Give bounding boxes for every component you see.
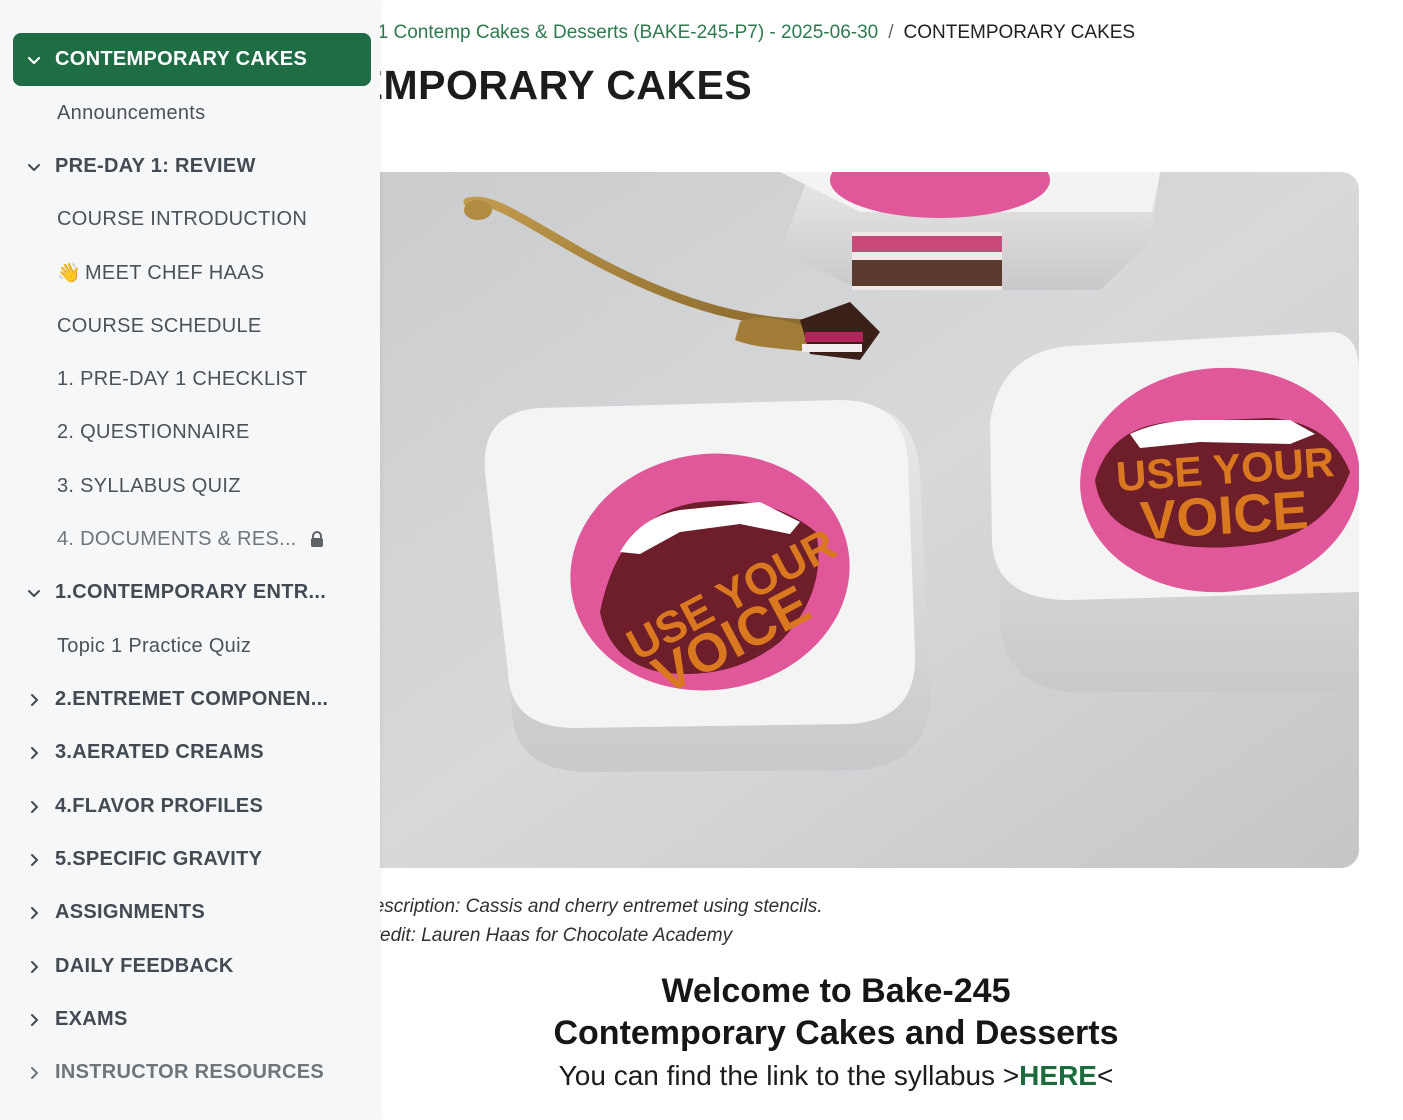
sidebar-item-meet-chef-haas[interactable]: 👋 MEET CHEF HAAS <box>0 246 380 299</box>
welcome-heading-line1: Welcome to Bake-245 <box>661 972 1011 1010</box>
chevron-right-icon[interactable] <box>24 743 44 763</box>
sidebar-item-pre-day-1-review[interactable]: PRE-DAY 1: REVIEW <box>0 140 380 193</box>
breadcrumb-separator: / <box>888 22 894 43</box>
chevron-down-icon[interactable] <box>24 583 44 603</box>
sidebar-item-topic-1-quiz[interactable]: Topic 1 Practice Quiz <box>0 620 380 673</box>
sidebar-item-label: 3.AERATED CREAMS <box>55 741 264 763</box>
sidebar-item-documents-resources[interactable]: 4. DOCUMENTS & RES... <box>0 513 380 566</box>
sidebar-item-exams[interactable]: EXAMS <box>0 993 380 1046</box>
breadcrumb-course-link[interactable]: S1 Contemp Cakes & Desserts (BAKE-245-P7… <box>365 22 878 43</box>
sidebar-item-daily-feedback[interactable]: DAILY FEEDBACK <box>0 940 380 993</box>
sidebar-item-label: COURSE INTRODUCTION <box>57 208 308 230</box>
caption-description: Description: Cassis and cherry entremet … <box>360 896 823 917</box>
sidebar-item-announcements[interactable]: Announcements <box>0 87 380 140</box>
cake-left: USE YOUR VOICE <box>484 400 931 772</box>
chevron-right-icon[interactable] <box>24 1063 44 1083</box>
sidebar-item-aerated-creams[interactable]: 3.AERATED CREAMS <box>0 726 380 779</box>
sidebar-item-label: PRE-DAY 1: REVIEW <box>55 155 256 177</box>
sidebar-item-label: 2. QUESTIONNAIRE <box>57 421 250 443</box>
sidebar-item-entremet-components[interactable]: 2.ENTREMET COMPONEN... <box>0 673 380 726</box>
lock-icon <box>309 531 325 548</box>
sidebar-item-assignments[interactable]: ASSIGNMENTS <box>0 886 380 939</box>
welcome-heading-line2: Contemporary Cakes and Desserts <box>553 1014 1119 1052</box>
sidebar-item-questionnaire[interactable]: 2. QUESTIONNAIRE <box>0 406 380 459</box>
chevron-right-icon[interactable] <box>24 1010 44 1030</box>
sidebar-item-label: 2.ENTREMET COMPONEN... <box>55 688 329 710</box>
chevron-right-icon[interactable] <box>24 850 44 870</box>
chevron-down-icon[interactable] <box>24 157 44 177</box>
breadcrumb-current: CONTEMPORARY CAKES <box>903 22 1136 43</box>
stencil-text-right-2: VOICE <box>1138 480 1310 552</box>
sidebar-item-label: CONTEMPORARY CAKES <box>55 48 308 70</box>
sidebar-item-contemporary-cakes[interactable]: CONTEMPORARY CAKES <box>13 33 371 86</box>
sidebar-item-label: 4.FLAVOR PROFILES <box>55 795 264 817</box>
welcome-block: Welcome to Bake-245 Contemporary Cakes a… <box>380 970 1292 1092</box>
sidebar-item-label: Announcements <box>57 102 206 124</box>
sidebar-item-label: INSTRUCTOR RESOURCES <box>55 1061 324 1083</box>
syllabus-prefix: You can find the link to the syllabus > <box>558 1060 1020 1091</box>
image-caption: Description: Cassis and cherry entremet … <box>360 892 823 950</box>
sidebar-item-label: 5.SPECIFIC GRAVITY <box>55 848 263 870</box>
breadcrumb: S1 Contemp Cakes & Desserts (BAKE-245-P7… <box>365 22 1135 44</box>
sidebar-item-pre-day-checklist[interactable]: 1. PRE-DAY 1 CHECKLIST <box>0 353 380 406</box>
sidebar-item-label: 1.CONTEMPORARY ENTR... <box>55 581 327 603</box>
sidebar-item-label: ASSIGNMENTS <box>55 901 205 923</box>
caption-credit: Credit: Lauren Haas for Chocolate Academ… <box>360 925 733 946</box>
sidebar-item-label: 3. SYLLABUS QUIZ <box>57 475 241 497</box>
sidebar-item-course-introduction[interactable]: COURSE INTRODUCTION <box>0 193 380 246</box>
sidebar-item-label: 1. PRE-DAY 1 CHECKLIST <box>57 368 308 390</box>
chevron-right-icon[interactable] <box>24 690 44 710</box>
sidebar-item-label: Topic 1 Practice Quiz <box>57 635 252 657</box>
syllabus-text: You can find the link to the syllabus >H… <box>380 1060 1292 1092</box>
sidebar-item-flavor-profiles[interactable]: 4.FLAVOR PROFILES <box>0 780 380 833</box>
chevron-right-icon[interactable] <box>24 903 44 923</box>
sidebar-item-syllabus-quiz[interactable]: 3. SYLLABUS QUIZ <box>0 460 380 513</box>
sidebar-item-instructor-resources[interactable]: INSTRUCTOR RESOURCES <box>0 1046 380 1099</box>
sidebar-item-label: MEET CHEF HAAS <box>84 261 265 284</box>
sidebar-item-contemporary-entremets[interactable]: 1.CONTEMPORARY ENTR... <box>0 566 380 619</box>
sidebar-item-specific-gravity[interactable]: 5.SPECIFIC GRAVITY <box>0 833 380 886</box>
cut-cake <box>780 172 1160 290</box>
sidebar-item-label: COURSE SCHEDULE <box>57 315 262 337</box>
hero-image: USE YOUR VOICE USE YOUR VOICE <box>340 172 1359 868</box>
chevron-down-icon <box>24 50 44 70</box>
course-sidebar: CONTEMPORARY CAKES Announcements PRE-DAY… <box>0 0 380 1120</box>
sidebar-item-label: EXAMS <box>55 1008 128 1030</box>
sidebar-item-label: DAILY FEEDBACK <box>55 955 234 977</box>
syllabus-suffix: < <box>1096 1060 1114 1091</box>
chevron-right-icon[interactable] <box>24 957 44 977</box>
chevron-right-icon[interactable] <box>24 797 44 817</box>
sidebar-item-course-schedule[interactable]: COURSE SCHEDULE <box>0 300 380 353</box>
syllabus-link[interactable]: HERE <box>1019 1060 1097 1091</box>
cake-right: USE YOUR VOICE <box>990 332 1359 692</box>
sidebar-item-label: 4. DOCUMENTS & RES... <box>57 528 297 550</box>
waving-hand-icon: 👋 <box>57 262 81 284</box>
